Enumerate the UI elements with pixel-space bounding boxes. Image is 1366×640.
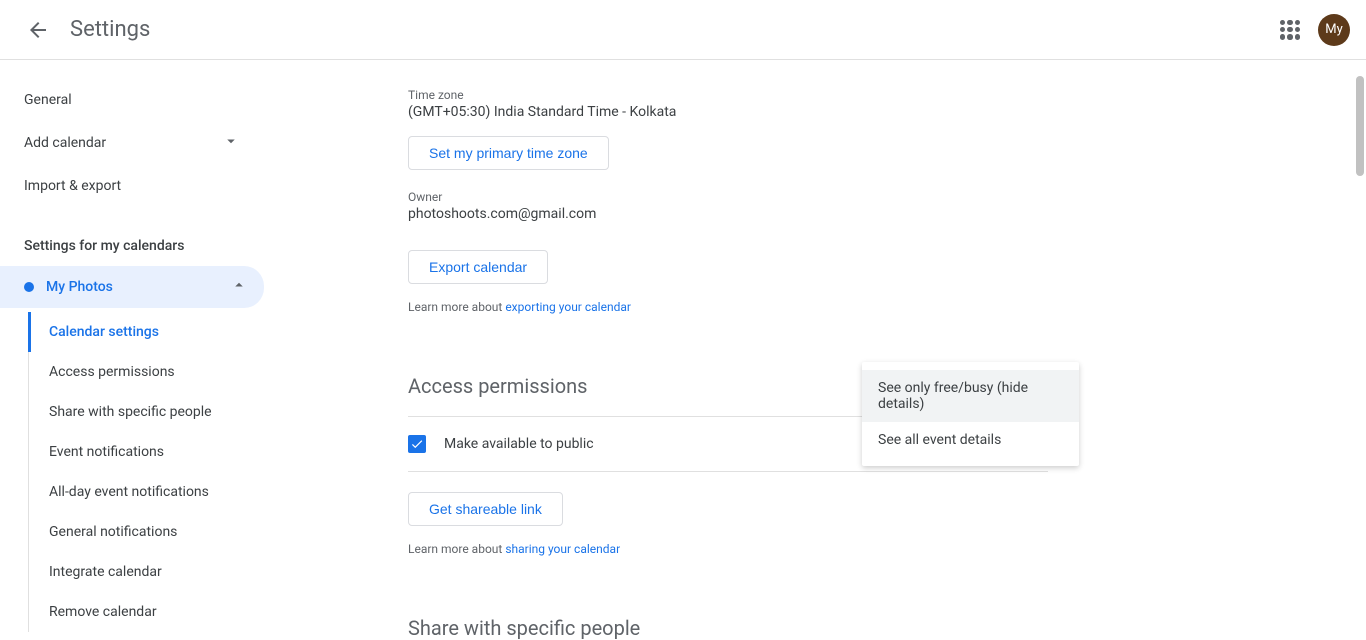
sidebar-sub-share-people[interactable]: Share with specific people	[29, 392, 264, 432]
sidebar-calendar-my-photos[interactable]: My Photos	[0, 266, 264, 308]
sidebar-item-import-export[interactable]: Import & export	[0, 166, 264, 206]
export-help-link[interactable]: exporting your calendar	[505, 300, 631, 314]
export-help-text: Learn more about exporting your calendar	[408, 300, 1326, 314]
chevron-up-icon	[230, 276, 248, 298]
visibility-dropdown: See only free/busy (hide details) See al…	[862, 362, 1079, 466]
body: General Add calendar Import & export Set…	[0, 60, 1366, 614]
avatar[interactable]: My	[1318, 14, 1350, 46]
header: Settings My	[0, 0, 1366, 60]
timezone-label: Time zone	[408, 88, 1326, 102]
sidebar-sub-integrate-calendar[interactable]: Integrate calendar	[29, 552, 264, 592]
share-people-title: Share with specific people	[408, 616, 1326, 640]
owner-block: Owner photoshoots.com@gmail.com	[408, 190, 1326, 222]
sidebar-sub-allday-notifications[interactable]: All-day event notifications	[29, 472, 264, 512]
header-right: My	[1278, 14, 1350, 46]
sidebar-sub-remove-calendar[interactable]: Remove calendar	[29, 592, 264, 632]
sidebar: General Add calendar Import & export Set…	[0, 60, 280, 614]
calendar-item-left: My Photos	[24, 279, 113, 295]
sidebar-sub-event-notifications[interactable]: Event notifications	[29, 432, 264, 472]
make-public-label: Make available to public	[444, 436, 594, 452]
help-text-pre: Learn more about	[408, 300, 505, 314]
calendar-name: My Photos	[46, 279, 113, 295]
owner-label: Owner	[408, 190, 1326, 204]
sidebar-subitems: Calendar settings Access permissions Sha…	[28, 312, 264, 632]
header-left: Settings	[16, 17, 150, 42]
sidebar-sub-access-permissions[interactable]: Access permissions	[29, 352, 264, 392]
back-arrow-icon[interactable]	[26, 18, 50, 42]
sidebar-sub-calendar-settings[interactable]: Calendar settings	[28, 312, 264, 352]
share-help-link[interactable]: sharing your calendar	[505, 542, 620, 556]
sidebar-item-label: Add calendar	[24, 135, 106, 151]
apps-icon[interactable]	[1278, 18, 1302, 42]
timezone-value: (GMT+05:30) India Standard Time - Kolkat…	[408, 104, 1326, 120]
sidebar-sub-general-notifications[interactable]: General notifications	[29, 512, 264, 552]
sidebar-section-title: Settings for my calendars	[0, 226, 264, 266]
sidebar-item-label: General	[24, 92, 72, 108]
calendar-color-dot	[24, 282, 34, 292]
make-public-checkbox[interactable]	[408, 435, 426, 453]
get-shareable-link-button[interactable]: Get shareable link	[408, 492, 563, 526]
help-text-pre: Learn more about	[408, 542, 505, 556]
sidebar-item-label: Import & export	[24, 178, 121, 194]
content: Time zone (GMT+05:30) India Standard Tim…	[280, 60, 1366, 614]
dropdown-option-all-details[interactable]: See all event details	[862, 422, 1079, 458]
sidebar-item-general[interactable]: General	[0, 80, 264, 120]
sidebar-item-add-calendar[interactable]: Add calendar	[0, 120, 264, 166]
page-title: Settings	[70, 17, 150, 42]
scrollbar[interactable]	[1356, 76, 1364, 176]
dropdown-option-free-busy[interactable]: See only free/busy (hide details)	[862, 370, 1079, 422]
set-primary-timezone-button[interactable]: Set my primary time zone	[408, 136, 609, 170]
owner-value: photoshoots.com@gmail.com	[408, 206, 1326, 222]
share-help-text: Learn more about sharing your calendar	[408, 542, 1326, 556]
export-calendar-button[interactable]: Export calendar	[408, 250, 548, 284]
chevron-down-icon	[222, 132, 240, 154]
